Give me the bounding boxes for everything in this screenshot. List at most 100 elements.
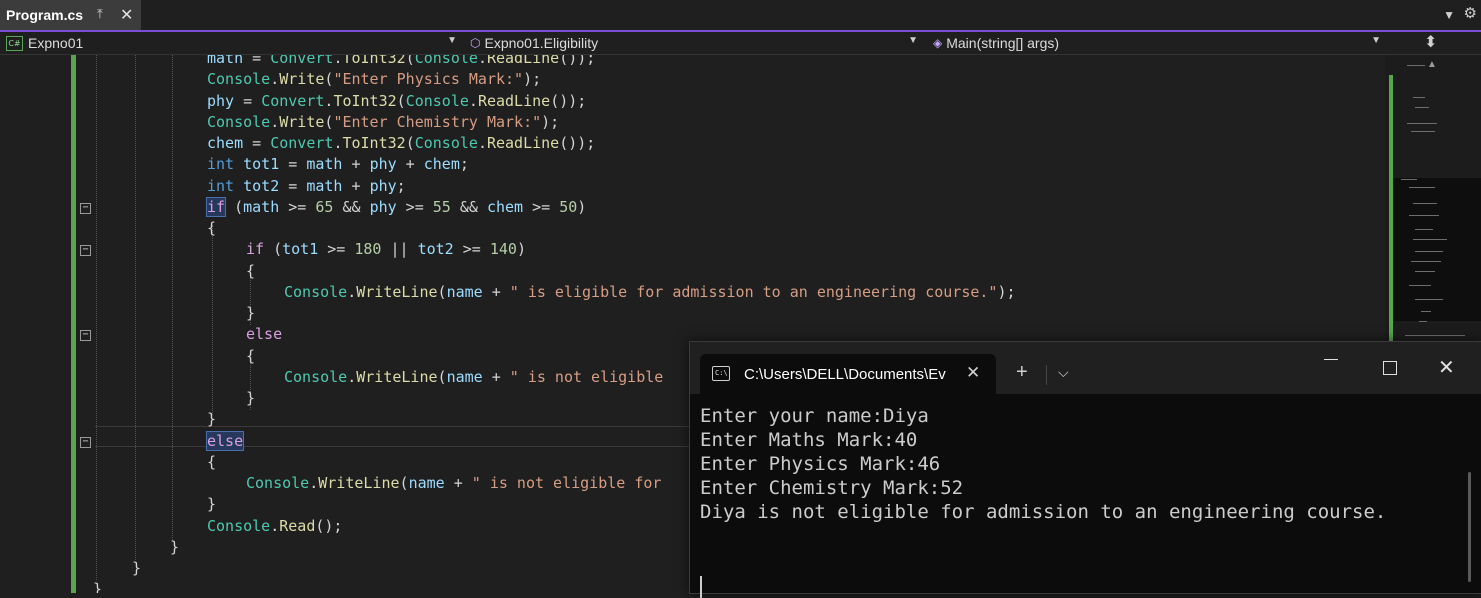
code-token: phy (369, 197, 397, 216)
code-token: WriteLine (318, 474, 400, 492)
title-bar-divider (1046, 365, 1047, 385)
document-tab-program-cs[interactable]: Program.cs ⤒ ✕ (0, 0, 141, 30)
code-line[interactable]: int tot1 = math + phy + chem; (207, 154, 469, 175)
code-line[interactable]: int tot2 = math + phy; (207, 176, 406, 197)
close-window-icon[interactable]: ✕ (1438, 355, 1455, 380)
maximize-icon[interactable] (1383, 361, 1397, 375)
class-dropdown[interactable]: ⬡ Expno01.Eligibility ▼ (470, 32, 922, 54)
terminal-line: Diya is not eligible for admission to an… (700, 501, 1387, 523)
code-token: name (408, 474, 445, 492)
code-line[interactable]: else (246, 324, 282, 345)
code-line[interactable]: } (207, 494, 216, 515)
code-token: } (93, 580, 103, 593)
code-line[interactable]: { (246, 346, 255, 367)
code-line[interactable]: } (207, 409, 216, 430)
code-line[interactable]: chem = Convert.ToInt32(Console.ReadLine(… (207, 133, 595, 154)
terminal-title-bar[interactable]: C:\ C:\Users\DELL\Documents\Ev ✕ + ⌵ ✕ (690, 342, 1481, 394)
code-token: WriteLine (356, 367, 438, 386)
code-token: } (207, 495, 217, 514)
code-token: = (279, 155, 307, 174)
terminal-scrollbar-thumb[interactable] (1468, 472, 1471, 582)
code-line[interactable]: } (93, 579, 102, 593)
collapse-icon[interactable]: − (80, 202, 91, 214)
scroll-up-icon[interactable]: ▲ (1427, 59, 1437, 70)
terminal-output[interactable]: Enter your name:Diya Enter Maths Mark:40… (690, 394, 1481, 598)
code-token: + (444, 474, 472, 492)
code-line[interactable]: } (246, 388, 255, 409)
code-line[interactable]: else (205, 430, 245, 452)
code-token: ( (405, 55, 415, 67)
terminal-line: Enter Chemistry Mark:52 (700, 477, 964, 499)
code-line[interactable]: phy = Convert.ToInt32(Console.ReadLine()… (207, 91, 586, 112)
code-token: ( (225, 197, 244, 216)
code-token: ReadLine (486, 55, 560, 67)
document-tab-strip: Program.cs ⤒ ✕ ▼ ⚙ (0, 0, 1481, 32)
pin-icon[interactable]: ⤒ (97, 6, 103, 22)
terminal-line: Enter your name:Diya (700, 405, 929, 427)
minimap-line (1413, 203, 1437, 204)
member-dropdown[interactable]: ◈ Main(string[] args) ▼ (933, 32, 1385, 54)
code-token: } (170, 537, 180, 556)
code-line[interactable]: Console.Write("Enter Chemistry Mark:"); (207, 112, 559, 133)
code-line[interactable]: Console.WriteLine(name + " is not eligib… (284, 367, 663, 388)
code-line[interactable]: } (170, 537, 179, 558)
code-token: int (207, 155, 235, 174)
code-line[interactable]: Console.Read(); (207, 516, 342, 537)
code-line[interactable]: Console.WriteLine(name + " is not eligib… (246, 473, 661, 494)
document-tab-title: Program.cs (6, 7, 84, 23)
code-token: Console (405, 91, 469, 110)
new-tab-plus-icon[interactable]: + (1016, 361, 1028, 384)
code-line[interactable]: math = Convert.ToInt32(Console.ReadLine(… (207, 55, 595, 69)
code-token: ToInt32 (342, 134, 406, 152)
code-token: ()); (559, 134, 596, 152)
minimize-icon[interactable] (1324, 352, 1338, 366)
code-token: chem (423, 155, 460, 174)
close-icon[interactable]: ✕ (966, 363, 980, 383)
code-line[interactable]: Console.Write("Enter Physics Mark:"); (207, 69, 541, 90)
collapse-icon[interactable]: − (80, 245, 91, 257)
code-token: } (246, 304, 256, 322)
chevron-down-icon[interactable]: ⌵ (1058, 364, 1069, 381)
code-token: ( (437, 367, 447, 386)
code-line[interactable]: Console.WriteLine(name + " is eligible f… (284, 282, 1016, 303)
gear-icon[interactable]: ⚙ (1464, 4, 1477, 22)
code-line[interactable]: { (246, 261, 255, 282)
code-line[interactable]: } (246, 303, 255, 324)
minimap-line (1405, 335, 1465, 336)
code-token: . (468, 91, 478, 110)
minimap-line (1407, 65, 1425, 66)
minimap-line (1411, 261, 1441, 262)
navigation-bar: C# Expno01 ▼ ⬡ Expno01.Eligibility ▼ ◈ M… (0, 32, 1481, 55)
code-token: 180 (354, 240, 382, 259)
minimap-line (1407, 123, 1437, 124)
code-token: phy (369, 155, 397, 174)
split-window-icon[interactable]: ⬍ (1424, 32, 1437, 52)
close-icon[interactable]: ✕ (120, 5, 133, 25)
code-token: (); (315, 516, 343, 535)
code-token: Console (414, 134, 478, 152)
terminal-tab[interactable]: C:\ C:\Users\DELL\Documents\Ev ✕ (700, 354, 996, 394)
code-token: ToInt32 (342, 55, 406, 67)
project-dropdown[interactable]: C# Expno01 ▼ (6, 32, 461, 54)
code-line[interactable]: } (132, 558, 141, 579)
code-token: math (306, 176, 343, 195)
code-line[interactable]: { (207, 218, 216, 239)
code-line[interactable]: if (math >= 65 && phy >= 55 && chem >= 5… (205, 196, 586, 218)
code-line[interactable]: if (tot1 >= 180 || tot2 >= 140) (246, 239, 526, 260)
chevron-down-icon: ▼ (908, 35, 918, 46)
collapse-icon[interactable]: − (80, 436, 91, 448)
terminal-window[interactable]: C:\ C:\Users\DELL\Documents\Ev ✕ + ⌵ ✕ E… (689, 341, 1481, 598)
minimap-line (1419, 321, 1427, 322)
code-token: " is not eligible (509, 367, 664, 386)
code-token: = (279, 176, 307, 195)
code-token: + (342, 176, 370, 195)
code-token: " is not eligible for (471, 474, 662, 492)
code-token: = (243, 55, 271, 67)
code-line[interactable]: { (207, 452, 216, 473)
collapse-icon[interactable]: − (80, 330, 91, 342)
chevron-down-icon[interactable]: ▼ (1443, 8, 1455, 22)
code-token: "Enter Physics Mark:" (333, 70, 524, 89)
code-token: tot1 (282, 240, 319, 259)
code-token: Console (207, 70, 271, 89)
